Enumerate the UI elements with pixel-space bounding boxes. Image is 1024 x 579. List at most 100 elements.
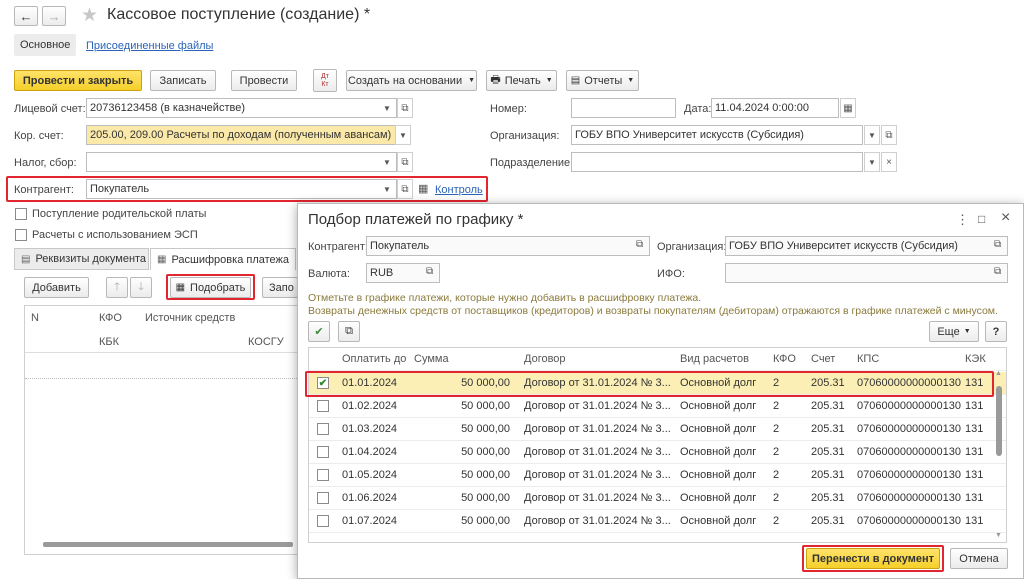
cell-kek: 131 (965, 515, 984, 527)
col-calc-type-header: Вид расчетов (680, 353, 749, 365)
schedule-header-row: Оплатить до Сумма Договор Вид расчетов К… (309, 348, 1006, 371)
esp-checkbox[interactable] (15, 229, 27, 241)
chevron-down-icon[interactable]: ▼ (864, 125, 880, 145)
scroll-thumb[interactable] (996, 386, 1002, 456)
chevron-down-icon[interactable]: ▼ (395, 125, 411, 145)
tab-payment-breakdown[interactable]: ▦ Расшифровка платежа (150, 248, 296, 270)
number-field[interactable] (571, 98, 676, 118)
cell-kps: 07060000000000130 (857, 492, 962, 504)
hint-line-2: Возвраты денежных средств от поставщиков… (308, 305, 998, 317)
corr-account-field[interactable]: 205.00, 209.00 Расчеты по доходам (получ… (86, 125, 397, 145)
organization-label: Организация: (490, 130, 560, 142)
parent-fee-checkbox[interactable] (15, 208, 27, 220)
calendar-icon[interactable]: ▦ (840, 98, 856, 118)
organization-field[interactable]: ГОБУ ВПО Университет искусств (Субсидия) (571, 125, 863, 145)
tab-attached-files[interactable]: Присоединенные файлы (86, 40, 213, 52)
cell-account: 205.31 (811, 423, 845, 435)
vertical-scrollbar[interactable]: ▲ ▼ (995, 370, 1003, 542)
check-all-button[interactable]: ✔ (308, 321, 330, 342)
favorite-star-icon[interactable]: ★ (81, 4, 98, 27)
tax-field[interactable] (86, 152, 397, 172)
save-button[interactable]: Записать (150, 70, 216, 91)
cell-account: 205.31 (811, 400, 845, 412)
clear-icon[interactable]: × (881, 152, 897, 172)
back-button[interactable]: ← (14, 6, 38, 26)
parent-fee-label: Поступление родительской платы (32, 208, 207, 220)
fill-button[interactable]: Запо (262, 277, 298, 298)
help-button[interactable]: ? (985, 321, 1007, 342)
pick-button[interactable]: ▦ Подобрать (170, 277, 251, 298)
move-up-button[interactable]: 🡑 (106, 277, 128, 298)
open-icon[interactable]: ⧉ (994, 239, 1001, 250)
cell-sum: 50 000,00 (461, 469, 510, 481)
transfer-to-document-button[interactable]: Перенести в документ (806, 548, 940, 569)
date-field[interactable]: 11.04.2024 0:00:00 (711, 98, 839, 118)
table-row[interactable]: 01.02.2024 50 000,00 Договор от 31.01.2024… (309, 395, 1006, 418)
copy-button[interactable]: ⧉ (338, 321, 360, 342)
reports-button[interactable]: ▤ Отчеты ▼ (566, 70, 639, 91)
row-checkbox[interactable] (317, 400, 329, 412)
counterparty-label: Контрагент: (14, 184, 74, 196)
personal-account-field[interactable]: 20736123458 (в казначействе) (86, 98, 397, 118)
dlg-counterparty-field[interactable]: Покупатель (366, 236, 650, 256)
chevron-down-icon[interactable]: ▼ (380, 179, 394, 199)
cell-pay-until: 01.05.2024 (342, 469, 398, 481)
horizontal-scrollbar[interactable] (43, 542, 293, 547)
open-icon[interactable]: ⧉ (994, 266, 1001, 277)
empty-row (25, 353, 299, 379)
cell-contract: Договор от 31.01.2024 № 3... (524, 423, 671, 435)
scroll-up-icon[interactable]: ▲ (995, 370, 1002, 377)
table-row[interactable]: 01.05.2024 50 000,00 Договор от 31.01.2024… (309, 464, 1006, 487)
row-checkbox[interactable] (317, 469, 329, 481)
cell-kps: 07060000000000130 (857, 515, 962, 527)
chevron-down-icon[interactable]: ▼ (864, 152, 880, 172)
dlg-organization-field[interactable]: ГОБУ ВПО Университет искусств (Субсидия) (725, 236, 1008, 256)
open-icon[interactable]: ⧉ (881, 125, 897, 145)
tab-document-details[interactable]: ▤ Реквизиты документа (14, 248, 149, 270)
table-row[interactable]: 01.03.2024 50 000,00 Договор от 31.01.2024… (309, 418, 1006, 441)
dlg-currency-label: Валюта: (308, 268, 350, 280)
dlg-ifo-field[interactable] (725, 263, 1008, 283)
chevron-down-icon[interactable]: ▼ (380, 152, 394, 172)
row-checkbox[interactable] (317, 423, 329, 435)
hint-line-1: Отметьте в графике платежи, которые нужн… (308, 292, 702, 304)
row-checkbox[interactable] (317, 492, 329, 504)
control-link[interactable]: Контроль (435, 184, 483, 196)
open-icon[interactable]: ⧉ (397, 152, 413, 172)
cancel-button[interactable]: Отмена (950, 548, 1008, 569)
cell-calc-type: Основной долг (680, 515, 757, 527)
table-row[interactable]: 01.07.2024 50 000,00 Договор от 31.01.2024… (309, 510, 1006, 533)
cell-pay-until: 01.07.2024 (342, 515, 398, 527)
open-icon[interactable]: ⧉ (397, 98, 413, 118)
table-row[interactable]: 01.04.2024 50 000,00 Договор от 31.01.2024… (309, 441, 1006, 464)
add-button[interactable]: Добавить (24, 277, 89, 298)
move-down-button[interactable]: 🡓 (130, 277, 152, 298)
print-button[interactable]: 🖶 Печать ▼ (486, 70, 557, 91)
cell-account: 205.31 (811, 515, 845, 527)
cell-kfo: 2 (773, 492, 780, 504)
post-and-close-button[interactable]: Провести и закрыть (14, 70, 142, 91)
open-icon[interactable]: ⧉ (426, 266, 433, 277)
division-field[interactable] (571, 152, 863, 172)
row-checkbox[interactable] (317, 515, 329, 527)
cell-kps: 07060000000000130 (857, 469, 962, 481)
post-button[interactable]: Провести (231, 70, 297, 91)
table-row[interactable]: 01.06.2024 50 000,00 Договор от 31.01.2024… (309, 487, 1006, 510)
forward-button[interactable]: → (42, 6, 66, 26)
row-checkbox[interactable] (317, 446, 329, 458)
maximize-icon[interactable]: □ (978, 212, 985, 226)
open-icon[interactable]: ⧉ (636, 239, 643, 250)
tab-document-details-label: Реквизиты документа (35, 253, 147, 265)
counterparty-field[interactable]: Покупатель (86, 179, 397, 199)
scroll-down-icon[interactable]: ▼ (995, 532, 1002, 539)
open-icon[interactable]: ⧉ (397, 179, 413, 199)
menu-icon[interactable]: ⋮ (956, 212, 969, 228)
create-based-on-button[interactable]: Создать на основании ▼ (346, 70, 477, 91)
chevron-down-icon[interactable]: ▼ (380, 98, 394, 118)
tab-main[interactable]: Основное (14, 34, 77, 56)
dtkt-icon[interactable]: Дт Кт (313, 69, 337, 92)
close-icon[interactable]: × (1001, 209, 1010, 227)
col-account-header: Счет (811, 353, 836, 365)
col-kfo-header: КФО (773, 353, 796, 365)
more-button[interactable]: Еще ▼ (929, 321, 979, 342)
